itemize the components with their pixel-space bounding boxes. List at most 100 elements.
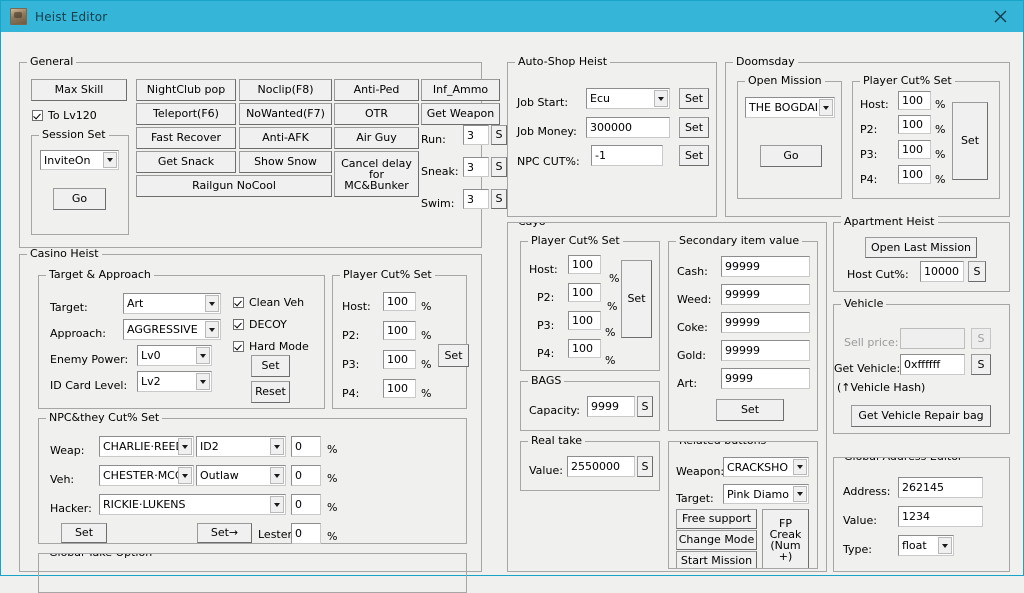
secondary-set-button[interactable]: Set <box>716 399 784 421</box>
lester-pct-input[interactable]: 0 <box>291 523 321 544</box>
weap-pct-input[interactable]: 0 <box>291 436 321 457</box>
weap-npc-select[interactable]: CHARLIE·REED <box>99 436 194 457</box>
get-weapon-button[interactable]: Get Weapon <box>421 103 500 125</box>
nowanted-button[interactable]: NoWanted(F7) <box>239 103 332 125</box>
id-card-level-select[interactable]: Lv2 <box>137 371 212 392</box>
get-vehicle-set-button[interactable]: S <box>971 354 991 375</box>
fast-recover-button[interactable]: Fast Recover <box>136 127 236 149</box>
swim-input[interactable]: 3 <box>463 189 489 209</box>
hard-mode-checkbox[interactable]: Hard Mode <box>233 340 309 353</box>
teleport-button[interactable]: Teleport(F6) <box>136 103 236 125</box>
get-snack-button[interactable]: Get Snack <box>136 151 236 173</box>
npc-cut-set-button[interactable]: Set <box>679 145 709 166</box>
npc-cut-input[interactable]: -1 <box>591 145 663 166</box>
session-go-button[interactable]: Go <box>53 188 106 210</box>
start-mission-button[interactable]: Start Mission <box>676 551 757 568</box>
free-support-button[interactable]: Free support <box>676 509 757 529</box>
target-select[interactable]: Art <box>123 293 221 314</box>
inf-ammo-button[interactable]: Inf_Ammo <box>421 79 500 101</box>
bags-capacity-input[interactable]: 9999 <box>587 396 635 417</box>
close-icon[interactable] <box>977 1 1023 32</box>
group-apartment-caption: Apartment Heist <box>841 216 938 227</box>
npc-set-button[interactable]: Set <box>61 523 107 543</box>
cash-input[interactable]: 99999 <box>721 256 810 277</box>
cayo-p2-input[interactable]: 100 <box>568 283 601 302</box>
doomsday-cut-set-button[interactable]: Set <box>952 102 988 180</box>
art-input[interactable]: 9999 <box>721 368 810 389</box>
casino-p2-input[interactable]: 100 <box>383 321 416 340</box>
open-mission-select[interactable]: THE BOGDAI <box>745 97 835 118</box>
max-skill-button[interactable]: Max Skill <box>31 79 127 101</box>
type-select[interactable]: float <box>898 535 954 556</box>
get-vehicle-repair-bag-button[interactable]: Get Vehicle Repair bag <box>851 405 991 427</box>
job-start-set-button[interactable]: Set <box>679 88 709 109</box>
veh-pct-input[interactable]: 0 <box>291 465 321 486</box>
doomsday-p4-input[interactable]: 100 <box>898 165 931 184</box>
address-input[interactable]: 262145 <box>898 477 983 498</box>
noclip-button[interactable]: Noclip(F8) <box>239 79 332 101</box>
enemy-power-select[interactable]: Lv0 <box>137 345 212 366</box>
cancel-delay-button[interactable]: Cancel delay for MC&Bunker <box>334 151 419 197</box>
veh-npc-select[interactable]: CHESTER·MCC <box>99 465 194 486</box>
approach-select[interactable]: AGGRESSIVE <box>123 319 221 340</box>
bags-capacity-set-button[interactable]: S <box>637 396 653 417</box>
session-mode-select[interactable]: InviteOn <box>40 150 119 170</box>
show-snow-button[interactable]: Show Snow <box>239 151 332 173</box>
doomsday-go-button[interactable]: Go <box>760 145 822 167</box>
real-take-input[interactable]: 2550000 <box>567 456 635 477</box>
sneak-set-button[interactable]: S <box>491 157 507 177</box>
job-money-set-button[interactable]: Set <box>679 117 709 138</box>
weed-input[interactable]: 99999 <box>721 284 810 305</box>
hacker-pct-unit: % <box>327 501 338 514</box>
casino-cut-set-button[interactable]: Set <box>438 344 469 367</box>
railgun-nocool-button[interactable]: Railgun NoCool <box>136 175 332 197</box>
open-last-mission-button[interactable]: Open Last Mission <box>865 237 977 258</box>
to-lv120-checkbox[interactable]: To Lv120 <box>32 109 97 122</box>
doomsday-p3-input[interactable]: 100 <box>898 140 931 159</box>
npc-set-arrow-button[interactable]: Set→ <box>197 523 252 543</box>
apartment-host-cut-set-button[interactable]: S <box>968 261 986 282</box>
veh-extra-select[interactable]: Outlaw <box>196 465 286 486</box>
run-set-button[interactable]: S <box>491 125 507 145</box>
anti-afk-button[interactable]: Anti-AFK <box>239 127 332 149</box>
otr-button[interactable]: OTR <box>334 103 419 125</box>
decoy-checkbox[interactable]: DECOY <box>233 318 287 331</box>
fp-creak-button[interactable]: FP Creak (Num +) <box>762 509 809 568</box>
doomsday-p2-input[interactable]: 100 <box>898 115 931 134</box>
clean-veh-checkbox[interactable]: Clean Veh <box>233 296 304 309</box>
anti-ped-button[interactable]: Anti-Ped <box>334 79 419 101</box>
hacker-pct-input[interactable]: 0 <box>291 494 321 515</box>
cayo-p3-input[interactable]: 100 <box>568 311 601 330</box>
client-area: General Max Skill To Lv120 Session Set I… <box>2 32 1022 593</box>
sneak-input[interactable]: 3 <box>463 157 489 177</box>
vehicle-hash-note: (↑Vehicle Hash) <box>837 381 926 394</box>
real-take-set-button[interactable]: S <box>637 456 653 477</box>
cayo-host-unit: % <box>609 272 620 285</box>
nightclub-pop-button[interactable]: NightClub pop <box>136 79 236 101</box>
cayo-host-input[interactable]: 100 <box>568 255 601 274</box>
casino-p3-input[interactable]: 100 <box>383 350 416 369</box>
change-mode-button[interactable]: Change Mode <box>676 530 757 550</box>
cayo-cut-set-button[interactable]: Set <box>621 260 652 338</box>
gold-input[interactable]: 99999 <box>721 340 810 361</box>
coke-input[interactable]: 99999 <box>721 312 810 333</box>
hacker-npc-select[interactable]: RICKIE·LUKENS <box>99 494 286 515</box>
related-target-select[interactable]: Pink Diamo <box>723 484 809 504</box>
run-input[interactable]: 3 <box>463 125 489 145</box>
job-money-input[interactable]: 300000 <box>586 117 670 138</box>
air-guy-button[interactable]: Air Guy <box>334 127 419 149</box>
cayo-p4-input[interactable]: 100 <box>568 339 601 358</box>
job-start-select[interactable]: Ecu <box>586 88 670 109</box>
apartment-host-cut-input[interactable]: 10000 <box>920 261 964 282</box>
swim-set-button[interactable]: S <box>491 189 507 209</box>
weap-extra-select[interactable]: ID2 <box>196 436 286 457</box>
casino-p4-input[interactable]: 100 <box>383 379 416 398</box>
related-weapon-select[interactable]: CRACKSHO <box>723 457 809 477</box>
casino-set-button[interactable]: Set <box>251 355 290 377</box>
casino-reset-button[interactable]: Reset <box>251 381 290 403</box>
get-vehicle-input[interactable]: 0xffffff <box>900 354 965 375</box>
value-input[interactable]: 1234 <box>898 506 983 527</box>
casino-host-input[interactable]: 100 <box>383 292 416 311</box>
doomsday-host-input[interactable]: 100 <box>898 91 931 110</box>
chevron-down-icon <box>178 438 192 455</box>
